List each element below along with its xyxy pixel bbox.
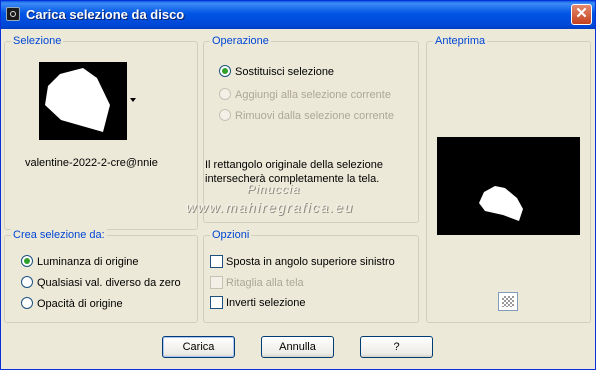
operazione-legend: Operazione (210, 35, 271, 47)
radio-label: Opacità di origine (37, 298, 123, 310)
anteprima-legend: Anteprima (433, 35, 488, 47)
help-button[interactable]: ? (360, 336, 433, 358)
checkerboard-icon (502, 296, 514, 307)
close-button[interactable]: ✕ (571, 4, 592, 25)
opzioni-legend: Opzioni (210, 229, 252, 241)
selection-filename: valentine-2022-2-cre@nnie (25, 157, 158, 169)
checkbox-icon (210, 276, 223, 289)
selection-shape-icon (45, 68, 110, 132)
radio-button-icon (219, 109, 231, 121)
watermark-name: Pinuccia (247, 182, 301, 196)
selezione-legend: Selezione (11, 35, 64, 47)
radio-button-icon[interactable] (219, 65, 231, 77)
transparency-preview-button[interactable] (498, 292, 518, 311)
chevron-down-icon[interactable] (130, 98, 136, 102)
info-line-1: Il rettangolo originale della selezione (205, 159, 383, 171)
radio-label: Rimuovi dalla selezione corrente (235, 110, 394, 122)
radio-button-icon[interactable] (21, 255, 33, 267)
crea-selezione-legend: Crea selezione da: (11, 229, 107, 241)
radio-button-icon (219, 88, 231, 100)
radio-label: Aggiungi alla selezione corrente (235, 89, 391, 101)
radio-label: Luminanza di origine (37, 256, 139, 268)
checkbox-icon[interactable] (210, 296, 223, 309)
dialog-window: Carica selezione da disco ✕ Selezione va… (0, 0, 596, 370)
radio-label: Sostituisci selezione (235, 66, 335, 78)
radio-button-icon[interactable] (21, 276, 33, 288)
window-title: Carica selezione da disco (26, 7, 185, 22)
app-icon (6, 7, 20, 21)
checkbox-icon[interactable] (210, 255, 223, 268)
checkbox-label: Ritaglia alla tela (226, 277, 304, 289)
radio-label: Qualsiasi val. diverso da zero (37, 277, 181, 289)
carica-button[interactable]: Carica (162, 336, 235, 358)
preview-shape-icon (479, 186, 523, 221)
checkbox-label: Sposta in angolo superiore sinistro (226, 256, 395, 268)
title-bar[interactable]: Carica selezione da disco ✕ (1, 1, 595, 29)
selection-thumbnail[interactable] (39, 62, 127, 140)
radio-button-icon[interactable] (21, 297, 33, 309)
preview-canvas (437, 137, 580, 235)
checkbox-label: Inverti selezione (226, 297, 306, 309)
watermark-url: www.mahiregrafica.eu (186, 199, 354, 215)
annulla-button[interactable]: Annulla (261, 336, 334, 358)
